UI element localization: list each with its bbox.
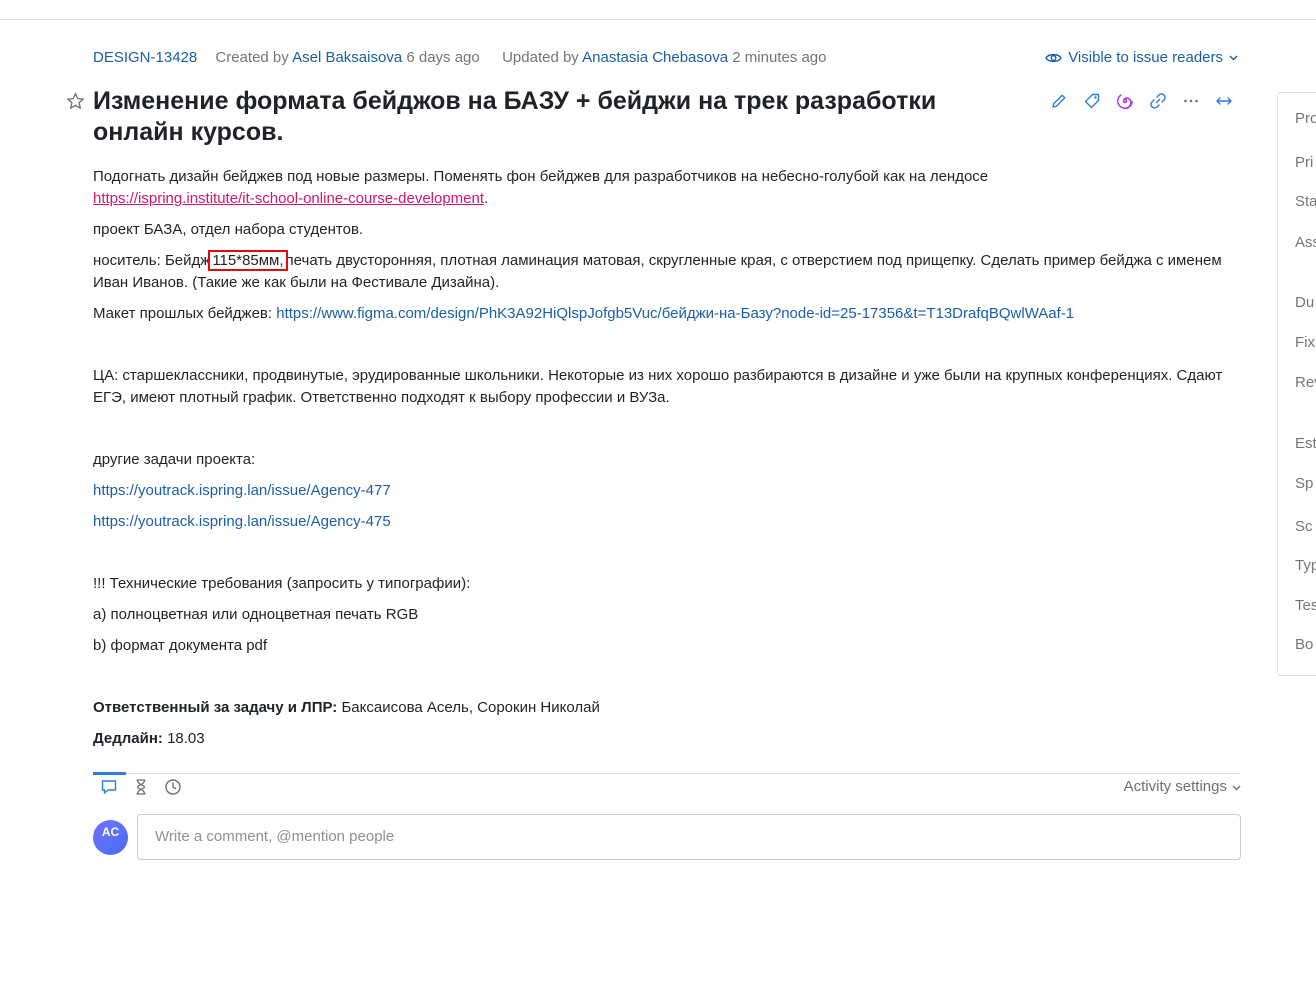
fields-sidebar: Pro Pri Sta Ass Du Fix Rev Est Sp Sc Typ… bbox=[1277, 92, 1316, 676]
updated-when: 2 minutes ago bbox=[732, 49, 827, 66]
avatar[interactable]: AC bbox=[93, 820, 128, 855]
more-icon[interactable] bbox=[1182, 92, 1200, 110]
issue-description: Подогнать дизайн бейджев под новые разме… bbox=[93, 166, 1243, 759]
sidebar-field-label[interactable]: Ass bbox=[1295, 234, 1316, 251]
desc-responsible: Ответственный за задачу и ЛПР: Баксаисов… bbox=[93, 699, 600, 716]
desc-link-a: https://youtrack.ispring.lan/issue/Agenc… bbox=[93, 480, 1243, 502]
visibility-dropdown[interactable]: Visible to issue readers bbox=[1045, 48, 1238, 68]
visibility-label: Visible to issue readers bbox=[1068, 49, 1223, 66]
link-icon[interactable] bbox=[1149, 92, 1167, 110]
sidebar-field-label[interactable]: Du bbox=[1295, 294, 1314, 311]
creator-link[interactable]: Asel Baksaisova bbox=[292, 49, 402, 66]
star-icon[interactable] bbox=[66, 92, 85, 111]
active-tab-indicator bbox=[93, 772, 126, 775]
desc-paragraph-8: a) полноцветная или одноцветная печать R… bbox=[93, 606, 419, 623]
sidebar-field-label[interactable]: Sc bbox=[1295, 518, 1313, 535]
issue-title[interactable]: Изменение формата бейджов на БАЗУ + бейд… bbox=[93, 86, 1033, 148]
sidebar-field-label[interactable]: Bo bbox=[1295, 636, 1313, 653]
sidebar-field-label[interactable]: Pri bbox=[1295, 154, 1313, 171]
updater-link[interactable]: Anastasia Chebasova bbox=[582, 49, 728, 66]
desc-paragraph-6: другие задачи проекта: bbox=[93, 451, 256, 468]
desc-paragraph-7: !!! Технические требования (запросить у … bbox=[93, 575, 471, 592]
tag-icon[interactable] bbox=[1083, 92, 1101, 110]
sidebar-field-label[interactable]: Fix bbox=[1295, 334, 1315, 351]
sidebar-field-label[interactable]: Pro bbox=[1295, 110, 1316, 127]
comment-input[interactable]: Write a comment, @mention people bbox=[137, 814, 1241, 860]
desc-paragraph-3: носитель: Бейдж 115*85мм, печать двусторон… bbox=[93, 250, 1222, 291]
desc-paragraph-4: Макет прошлых бейджев: https://www.figma… bbox=[93, 305, 1075, 322]
issue-toolbar bbox=[1050, 92, 1233, 110]
agency-475-link[interactable]: https://youtrack.ispring.lan/issue/Agenc… bbox=[93, 513, 391, 530]
updated-prefix: Updated by bbox=[502, 49, 579, 66]
created-prefix: Created by bbox=[215, 49, 289, 66]
figma-link[interactable]: https://www.figma.com/design/PhK3A92HiQl… bbox=[276, 305, 1074, 322]
issue-id-link[interactable]: DESIGN-13428 bbox=[93, 49, 197, 66]
desc-paragraph-2: проект БАЗА, отдел набора студентов. bbox=[93, 221, 364, 238]
desc-deadline: Дедлайн: 18.03 bbox=[93, 730, 205, 747]
desc-paragraph-9: b) формат документа pdf bbox=[93, 637, 268, 654]
activity-settings-label: Activity settings bbox=[1123, 778, 1227, 795]
activity-settings-dropdown[interactable]: Activity settings bbox=[1124, 777, 1241, 797]
activity-divider bbox=[93, 773, 1241, 774]
sidebar-field-label[interactable]: Typ bbox=[1295, 557, 1316, 574]
sidebar-field-label[interactable]: Tes bbox=[1295, 597, 1316, 614]
desc-link-b: https://youtrack.ispring.lan/issue/Agenc… bbox=[93, 511, 1243, 533]
chevron-down-icon bbox=[1232, 777, 1241, 797]
desc-paragraph-1: Подогнать дизайн бейджев под новые разме… bbox=[93, 168, 989, 207]
eye-icon bbox=[1045, 51, 1062, 65]
pencil-icon[interactable] bbox=[1050, 92, 1068, 110]
ai-swirl-icon[interactable] bbox=[1116, 92, 1134, 110]
sidebar-field-label[interactable]: Rev bbox=[1295, 374, 1316, 391]
top-divider bbox=[0, 19, 1316, 20]
landing-link[interactable]: https://ispring.institute/it-school-onli… bbox=[93, 190, 484, 207]
hourglass-icon[interactable] bbox=[132, 778, 150, 796]
clock-icon[interactable] bbox=[164, 778, 182, 796]
issue-meta: DESIGN-13428 Created by Asel Baksaisova … bbox=[93, 48, 827, 68]
expand-icon[interactable] bbox=[1215, 92, 1233, 110]
sidebar-field-label[interactable]: Sta bbox=[1295, 193, 1316, 210]
desc-paragraph-5: ЦА: старшеклассники, продвинутые, эрудир… bbox=[93, 367, 1223, 406]
comments-icon[interactable] bbox=[100, 778, 118, 796]
size-highlight: 115*85мм, bbox=[208, 250, 288, 271]
sidebar-field-label[interactable]: Est bbox=[1295, 435, 1316, 452]
agency-477-link[interactable]: https://youtrack.ispring.lan/issue/Agenc… bbox=[93, 482, 391, 499]
chevron-down-icon bbox=[1229, 55, 1238, 61]
created-when: 6 days ago bbox=[406, 49, 480, 66]
activity-tabs bbox=[100, 778, 182, 796]
sidebar-field-label[interactable]: Sp bbox=[1295, 475, 1313, 492]
